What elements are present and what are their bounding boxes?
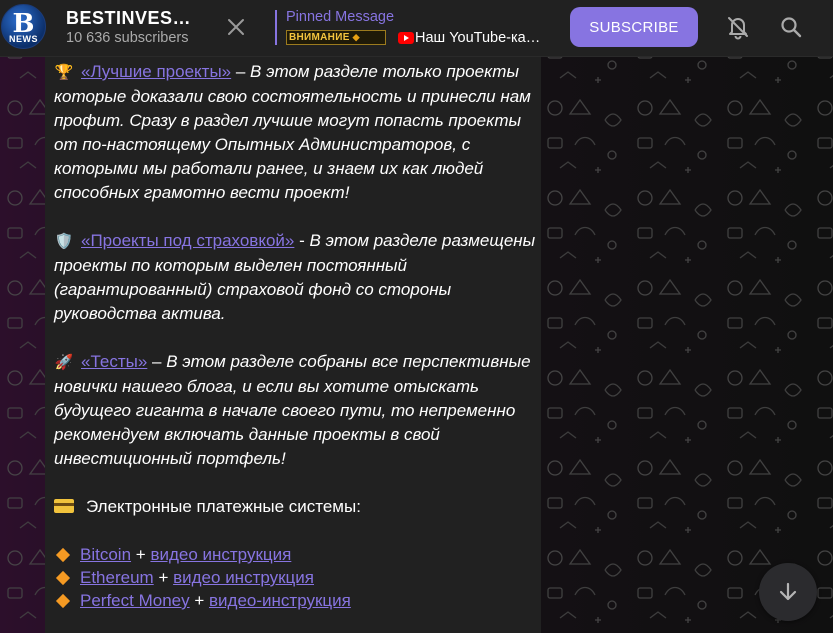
list-item: Perfect Money + видео-инструкция bbox=[54, 589, 536, 612]
ethereum-link[interactable]: Ethereum bbox=[80, 568, 154, 587]
separator: – bbox=[147, 352, 167, 371]
diamond-icon bbox=[55, 593, 71, 609]
separator: - bbox=[294, 231, 310, 250]
tests-link[interactable]: «Тесты» bbox=[81, 352, 147, 371]
pinned-thumbnail: ВНИМАНИЕ ◆ bbox=[286, 30, 386, 45]
scroll-down-button[interactable] bbox=[759, 563, 817, 621]
list-item: Bitcoin + видео инструкция bbox=[54, 543, 536, 566]
pinned-preview: ВНИМАНИЕ ◆ Наш YouTube-канал bbox=[286, 29, 545, 46]
ethereum-video-link[interactable]: видео инструкция bbox=[173, 568, 314, 587]
perfect-money-link[interactable]: Perfect Money bbox=[80, 591, 190, 610]
perfect-money-video-link[interactable]: видео-инструкция bbox=[209, 591, 351, 610]
channel-avatar[interactable]: B NEWS bbox=[1, 4, 46, 49]
youtube-icon bbox=[398, 31, 414, 44]
best-projects-link[interactable]: «Лучшие проекты» bbox=[81, 62, 231, 81]
thumbnail-text: ВНИМАНИЕ bbox=[289, 32, 350, 43]
spark-icon: ◆ bbox=[352, 32, 360, 42]
plus-sign: + bbox=[135, 545, 146, 564]
diamond-icon bbox=[55, 570, 71, 586]
payments-heading-text: Электронные платежные системы: bbox=[86, 497, 361, 516]
arrow-down-icon bbox=[779, 582, 797, 601]
plus-sign: + bbox=[158, 568, 169, 587]
pinned-text: Наш YouTube-канал bbox=[415, 29, 543, 46]
close-icon[interactable] bbox=[222, 13, 250, 41]
bitcoin-link[interactable]: Bitcoin bbox=[80, 545, 131, 564]
best-projects-description: В этом разделе только проекты которые до… bbox=[54, 62, 531, 202]
message-text: 🏆 «Лучшие проекты» – В этом разделе тольк… bbox=[54, 60, 536, 612]
credit-card-icon bbox=[54, 499, 74, 513]
subscriber-count: 10 636 subscribers bbox=[66, 30, 189, 46]
avatar-caption: NEWS bbox=[9, 34, 38, 44]
rocket-icon: 🚀 bbox=[54, 354, 74, 371]
pinned-message[interactable]: Pinned Message ВНИМАНИЕ ◆ Наш YouTube-ка… bbox=[275, 9, 545, 46]
section-insured-projects: 🛡️ «Проекты под страховкой» - В этом разд… bbox=[54, 229, 536, 326]
plus-sign: + bbox=[194, 591, 205, 610]
bitcoin-video-link[interactable]: видео инструкция bbox=[150, 545, 291, 564]
separator: – bbox=[231, 62, 251, 81]
search-icon[interactable] bbox=[777, 13, 805, 41]
section-tests: 🚀 «Тесты» – В этом разделе собраны все пе… bbox=[54, 350, 536, 471]
shield-icon: 🛡️ bbox=[54, 233, 74, 250]
subscribe-button[interactable]: SUBSCRIBE bbox=[570, 7, 698, 47]
trophy-icon: 🏆 bbox=[54, 64, 74, 81]
chat-header: B NEWS BESTINVESTNEWS 10 636 subscribers… bbox=[0, 0, 833, 57]
channel-title[interactable]: BESTINVESTNEWS bbox=[66, 8, 192, 29]
bell-off-icon[interactable] bbox=[724, 13, 752, 41]
diamond-icon bbox=[55, 547, 71, 563]
insured-projects-link[interactable]: «Проекты под страховкой» bbox=[81, 231, 294, 250]
pinned-label: Pinned Message bbox=[286, 9, 395, 25]
message-bubble: 🏆 «Лучшие проекты» – В этом разделе тольк… bbox=[45, 57, 541, 633]
section-best-projects: 🏆 «Лучшие проекты» – В этом разделе тольк… bbox=[54, 60, 536, 205]
payments-heading: Электронные платежные системы: bbox=[54, 495, 536, 519]
list-item: Ethereum + видео инструкция bbox=[54, 566, 536, 589]
